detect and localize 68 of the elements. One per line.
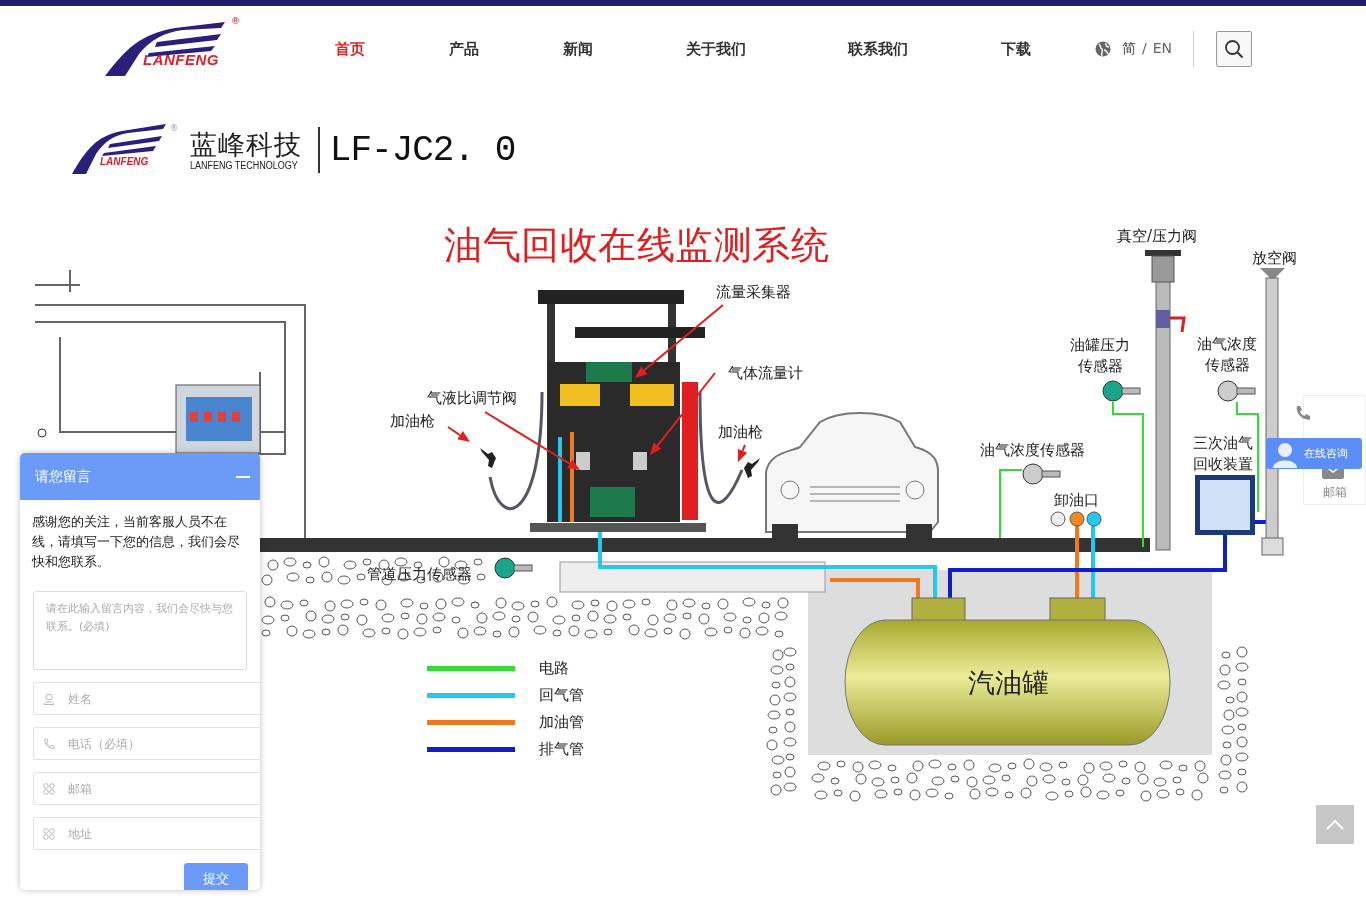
input-field[interactable]: 姓名	[33, 682, 260, 715]
legend-label: 排气管	[539, 740, 584, 759]
tank-label: 汽油罐	[968, 666, 1049, 700]
message-field[interactable]: 请在此输入留言内容，我们会尽快与您联系。(必填)	[33, 591, 247, 670]
pointer-arrow	[447, 426, 470, 442]
logo-text: LANFENG	[143, 51, 219, 68]
diagram-label: 三次油气回收装置	[1192, 433, 1255, 475]
diagram-label: 加油枪	[718, 422, 763, 443]
chat-message: 感谢您的关注，当前客服人员不在线，请填写一下您的信息，我们会尽快和您联系。	[32, 513, 241, 571]
person-icon	[43, 693, 55, 705]
language-option[interactable]: 简	[1122, 40, 1136, 58]
language-option[interactable]: EN	[1152, 40, 1173, 58]
diagram-title: 油气回收在线监测系统	[444, 222, 829, 269]
nav-link[interactable]: 关于我们	[686, 39, 746, 58]
input-field[interactable]: 地址	[33, 817, 260, 850]
language-separator: /	[1142, 40, 1147, 58]
fuel-nozzle-icon	[744, 458, 760, 478]
phone-icon[interactable]	[1295, 405, 1311, 421]
brand-subtitle: LANFENG TECHNOLOGY	[190, 159, 298, 171]
nav-link[interactable]: 新闻	[563, 39, 593, 58]
grid-icon	[43, 783, 55, 795]
sensor-icon	[1102, 380, 1141, 402]
recovery-unit-drawing	[1195, 475, 1255, 535]
email-link[interactable]: 邮箱	[1323, 484, 1347, 501]
fuel-nozzle-icon	[480, 448, 496, 468]
sensor-icon	[1217, 380, 1256, 402]
nav-link[interactable]: 产品	[449, 39, 479, 58]
pointer-arrow	[737, 444, 748, 462]
nav-link[interactable]: 下载	[1001, 39, 1031, 58]
chevron-up-icon	[1326, 819, 1344, 830]
valve-caps-icon	[1050, 511, 1102, 527]
diagram-label: 放空阀	[1252, 248, 1297, 269]
diagram-label: 卸油口	[1054, 490, 1099, 511]
legend-label: 加油管	[539, 713, 584, 732]
grid-icon	[43, 828, 55, 840]
diagram-label: 管道压力传感器	[367, 564, 472, 585]
nav-link[interactable]: 首页	[335, 39, 365, 58]
registered-mark: ®	[231, 16, 240, 26]
brand-logo-icon	[72, 124, 168, 174]
legend-label: 电路	[539, 659, 569, 678]
brand-logo-text: LANFENG	[100, 156, 149, 167]
diagram-label: 流量采集器	[716, 282, 791, 303]
globe-icon	[1095, 41, 1111, 57]
nav-link[interactable]: 联系我们	[848, 39, 908, 58]
mail-icon[interactable]	[1322, 469, 1344, 479]
phone-icon	[43, 738, 55, 750]
input-field[interactable]: 电话（必填）	[33, 727, 260, 760]
diagram-label: 气体流量计	[728, 363, 803, 384]
legend-label: 回气管	[539, 686, 584, 705]
diagram-label: 加油枪	[390, 411, 435, 432]
chat-title: 请您留言	[35, 467, 91, 486]
sensor-icon	[1022, 463, 1061, 485]
signal-wire	[999, 469, 1023, 539]
sensor-icon	[494, 557, 533, 579]
vapor-return-pipe	[1091, 526, 1095, 598]
input-field[interactable]: 邮箱	[33, 772, 260, 805]
diagram-label: 真空/压力阀	[1117, 226, 1198, 247]
diagram-label: 油罐压力传感器	[1069, 335, 1132, 377]
brand-name: 蓝峰科技	[190, 129, 303, 160]
search-button[interactable]	[1216, 31, 1253, 67]
diagram-label: 油气浓度传感器	[1196, 334, 1259, 376]
search-icon	[1224, 39, 1245, 59]
model-name: LF-JC2. 0	[329, 129, 516, 171]
minimize-icon[interactable]	[236, 475, 250, 478]
diagram-label: 油气浓度传感器	[980, 440, 1085, 461]
diagram-label: 气液比调节阀	[427, 388, 517, 409]
fuel-pipe	[1075, 526, 1079, 598]
registered-mark: ®	[170, 124, 178, 133]
